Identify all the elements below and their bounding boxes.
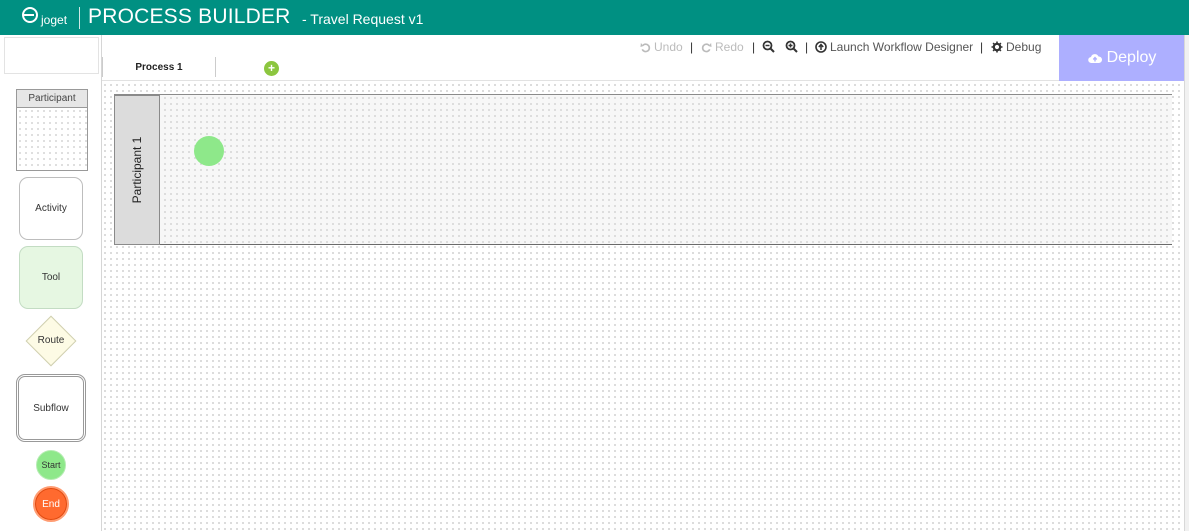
palette-participant[interactable]: Participant: [16, 89, 88, 171]
page-title: PROCESS BUILDER: [88, 5, 291, 28]
swimlane-label: Participant 1: [130, 136, 144, 204]
redo-label: Redo: [715, 40, 744, 54]
palette-start-label: Start: [41, 460, 61, 470]
redo-icon: [701, 42, 712, 53]
joget-logo[interactable]: joget: [22, 4, 72, 30]
zoom-in-button[interactable]: [785, 40, 801, 54]
joget-logo-icon: [22, 7, 38, 23]
debug-button[interactable]: Debug: [991, 40, 1041, 54]
toolbar-separator: |: [752, 40, 756, 54]
deploy-label: Deploy: [1106, 49, 1157, 66]
start-node[interactable]: [194, 136, 224, 166]
app-header: joget PROCESS BUILDER - Travel Request v…: [0, 0, 1189, 35]
participant-swimlane[interactable]: Participant 1: [114, 94, 1172, 245]
redo-button[interactable]: Redo: [701, 40, 744, 54]
gear-icon: [991, 41, 1003, 53]
undo-label: Undo: [654, 40, 683, 54]
launch-workflow-designer-button[interactable]: Launch Workflow Designer: [815, 40, 973, 54]
palette-search-box[interactable]: [4, 37, 99, 74]
tab-divider: [102, 80, 1059, 81]
process-canvas[interactable]: Participant 1: [102, 82, 1184, 531]
palette-activity-label: Activity: [35, 203, 67, 214]
undo-icon: [640, 42, 651, 53]
palette-route-label: Route: [37, 335, 65, 346]
element-palette: Participant Activity Tool Route Subflow …: [0, 35, 102, 531]
palette-end[interactable]: End: [33, 486, 69, 522]
launch-label: Launch Workflow Designer: [830, 40, 974, 54]
palette-subflow[interactable]: Subflow: [16, 374, 86, 442]
zoom-out-button[interactable]: [762, 40, 778, 54]
tab-process-1-label: Process 1: [135, 62, 183, 73]
swimlane-header[interactable]: Participant 1: [114, 95, 160, 245]
logo-text: joget: [41, 13, 68, 27]
debug-label: Debug: [1006, 40, 1042, 54]
palette-start[interactable]: Start: [36, 450, 66, 480]
zoom-in-icon: [785, 40, 798, 53]
launch-icon: [815, 41, 827, 53]
page-subtitle: - Travel Request v1: [302, 11, 424, 27]
palette-tool[interactable]: Tool: [19, 246, 83, 309]
tab-process-1[interactable]: Process 1: [102, 57, 216, 77]
cloud-upload-icon: [1087, 53, 1102, 63]
add-process-button[interactable]: +: [264, 61, 279, 76]
zoom-out-icon: [762, 40, 775, 53]
toolbar-separator: |: [805, 40, 809, 54]
palette-activity[interactable]: Activity: [19, 177, 83, 240]
toolbar-separator: |: [980, 40, 984, 54]
header-divider: [79, 7, 80, 29]
deploy-button[interactable]: Deploy: [1059, 35, 1185, 81]
toolbar-separator: |: [690, 40, 694, 54]
palette-end-label: End: [42, 498, 60, 510]
canvas-scrollbar[interactable]: [1184, 35, 1189, 531]
toolbar: Undo | Redo | | Launch Workflow Designer…: [102, 35, 1059, 81]
palette-tool-label: Tool: [41, 272, 61, 283]
undo-button[interactable]: Undo: [640, 40, 683, 54]
palette-subflow-label: Subflow: [33, 402, 69, 414]
palette-participant-label: Participant: [17, 90, 87, 108]
